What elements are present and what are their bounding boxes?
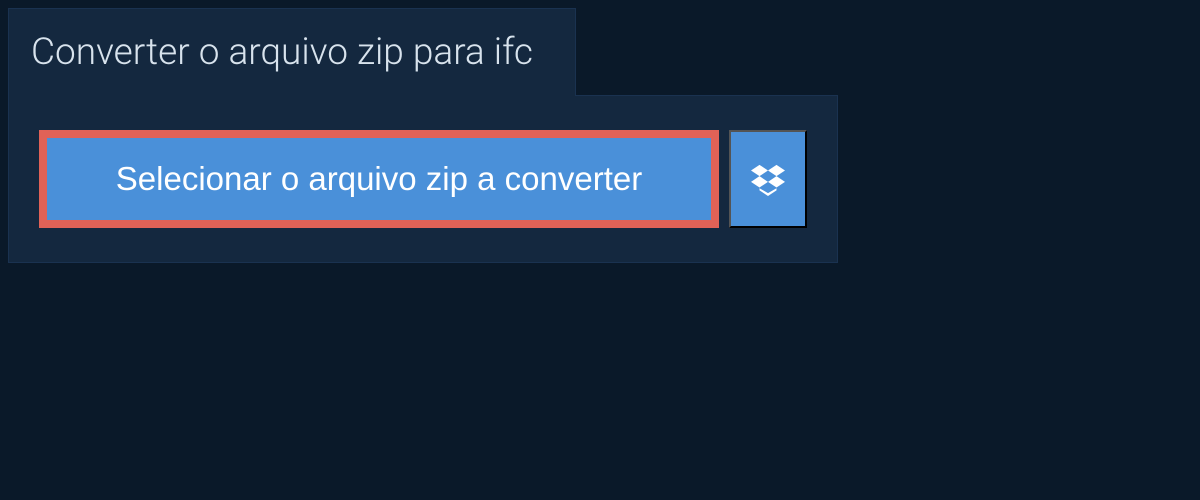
- converter-container: Converter o arquivo zip para ifc Selecio…: [0, 0, 1200, 263]
- page-title: Converter o arquivo zip para ifc: [31, 31, 533, 74]
- converter-panel: Selecionar o arquivo zip a converter: [8, 95, 838, 263]
- dropbox-button[interactable]: [729, 130, 807, 228]
- header-tab: Converter o arquivo zip para ifc: [8, 8, 576, 96]
- select-file-label: Selecionar o arquivo zip a converter: [116, 160, 642, 197]
- action-row: Selecionar o arquivo zip a converter: [39, 130, 807, 228]
- select-file-button[interactable]: Selecionar o arquivo zip a converter: [39, 130, 719, 228]
- dropbox-icon: [751, 162, 785, 196]
